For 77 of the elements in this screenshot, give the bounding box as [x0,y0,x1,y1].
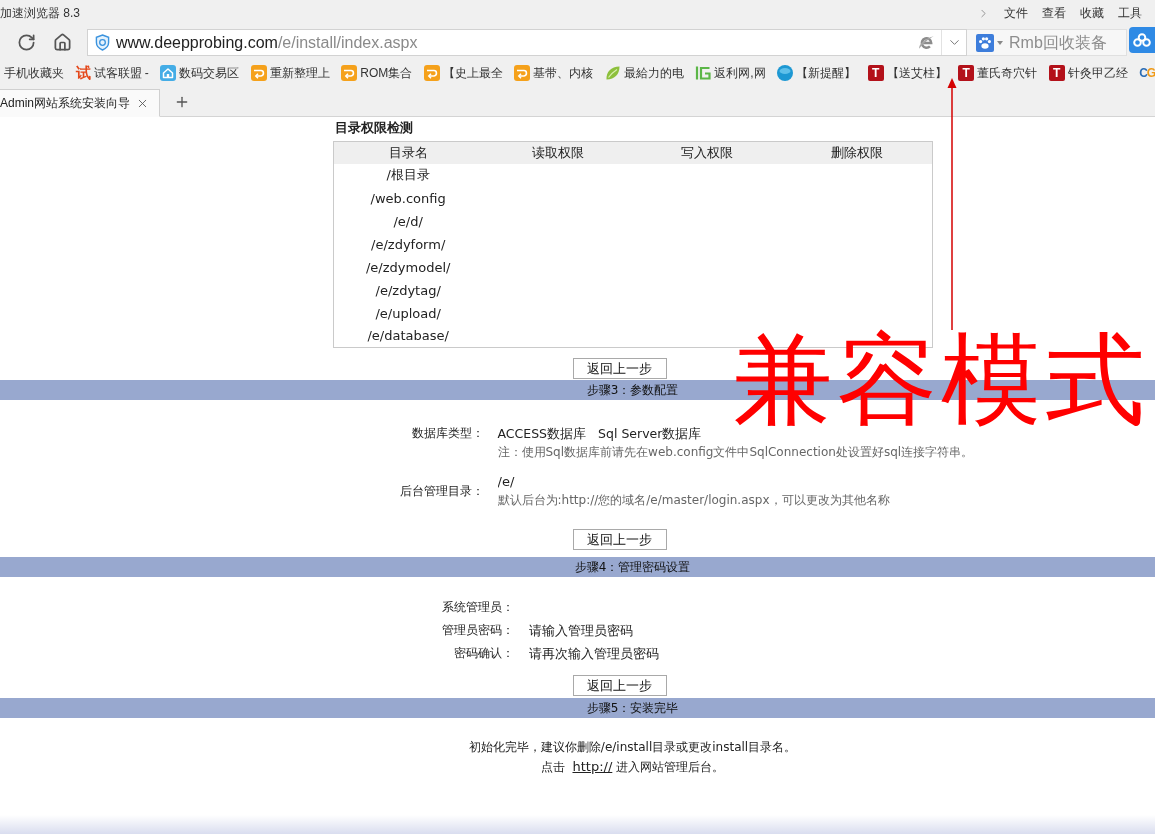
caret-icon[interactable] [997,40,1004,45]
field-label: 数据库类型： [411,425,484,442]
hint-text: 注：使用Sql数据库前请先在web.config文件中SqlConnection处设置好sql连接字符串。 [497,444,974,461]
table-cell: /e/d/ [333,209,483,233]
glyph-icon: 试 [75,65,91,81]
home-icon[interactable] [53,33,72,52]
column-header: 删除权限 [782,141,932,164]
app-title: 加速浏览器 8.3 [0,5,80,22]
house-tile-icon [160,65,177,81]
bookmark-link[interactable]: T 董氏奇穴针 [958,64,1038,82]
back-button[interactable]: 返回上一步 [572,358,667,379]
column-header: 目录名 [333,141,483,164]
menu-item[interactable]: 查看 [1042,5,1066,22]
shield-icon [95,34,110,51]
field-label: 密码确认： [453,645,514,662]
login-link[interactable]: http:// [572,759,613,774]
bookmark-link[interactable]: 最給力的电 [604,64,684,82]
bookmark-link[interactable]: 基带、内核 [514,64,594,82]
leaf-icon [604,65,621,81]
menu-item[interactable]: 工具 [1118,5,1142,22]
section-title: 目录权限检测 [333,119,413,136]
step-title: 步骤4：管理密码设置 [574,558,691,576]
swirl-tile-icon [250,65,267,81]
column-header: 读取权限 [482,141,633,164]
paw-icon[interactable] [976,33,995,52]
table-cell: /e/upload/ [333,301,483,325]
field-label: 后台管理目录： [399,482,484,500]
letter-tile-icon: T [1048,65,1065,81]
swirl-tile-icon [514,65,531,81]
table-cell: /e/zdymodel/ [333,255,483,279]
swirl-tile-icon [423,65,440,81]
table-cell: /e/database/ [333,324,483,348]
letter-tile-icon: T [958,65,975,81]
back-button[interactable]: 返回上一步 [572,675,667,696]
column-header: 写入权限 [632,141,783,164]
swirl-tile-icon [341,65,358,81]
bookmark-link[interactable]: 【史上最全 [423,64,503,82]
step-title: 步骤3：参数配置 [586,381,679,399]
step-title: 步骤5：安装完毕 [586,699,679,717]
field-label: 管理员密码： [441,622,514,639]
login-instruction: 点击 http:// 进入网站管理后台。 [539,758,726,776]
option-label[interactable]: ACCESS数据库 [497,424,587,443]
bookmark-link[interactable]: T 【送艾柱】 [867,64,947,82]
bookmark-link[interactable]: 试 试客联盟 - [75,64,149,82]
completion-message: 初始化完毕，建议你删除/e/install目录或更改install目录名。 [467,739,798,756]
bookmark-link[interactable]: 重新整理上 [250,64,330,82]
letter-tile-icon: T [867,65,884,81]
handwritten-note: 兼容模式 [733,330,1149,430]
plus-icon[interactable] [174,94,190,110]
bookmark-link[interactable]: 手机收藏夹 [4,64,64,82]
bookmark-link[interactable]: 返利网,网 [695,64,766,82]
hint-text: 默认后台为:http://您的域名/e/master/login.aspx，可以更改为其他名称 [497,492,890,509]
table-cell: /根目录 [333,163,483,187]
table-cell: /web.config [333,186,483,210]
search-field[interactable]: Rmb回收装备 [967,29,1128,56]
password-field[interactable]: 请输入管理员密码 [528,621,637,640]
letter-logo-icon[interactable]: CG [1139,66,1155,80]
bookmark-link[interactable]: 【新提醒】 [777,64,857,82]
password-field[interactable]: 请再次输入管理员密码 [528,644,663,663]
menu-item[interactable]: 文件 [1004,5,1028,22]
option-label[interactable]: Sql Server数据库 [598,424,702,443]
table-cell: /e/zdyform/ [333,232,483,256]
field-label: 系统管理员： [441,599,514,616]
cloud-button[interactable] [1129,27,1155,53]
back-button[interactable]: 返回上一步 [572,529,667,550]
table-cell: /e/zdytag/ [333,278,483,302]
menu-item[interactable]: 收藏 [1080,5,1104,22]
refresh-icon[interactable] [17,33,36,52]
bookmark-link[interactable]: 数码交易区 [160,64,240,82]
bracket-logo-icon [695,65,712,81]
bookmark-link[interactable]: T 针灸甲乙经 [1048,64,1128,82]
rings-icon [1133,33,1152,47]
directory-field[interactable]: /e/ [497,472,526,491]
disc-icon [777,65,794,81]
bookmark-link[interactable]: ROM集合 [341,64,413,82]
browser-tab[interactable]: Admin网站系统安装向导 [0,89,160,117]
address-field[interactable]: www.deepprobing.com/e/install/index.aspx [110,30,919,55]
